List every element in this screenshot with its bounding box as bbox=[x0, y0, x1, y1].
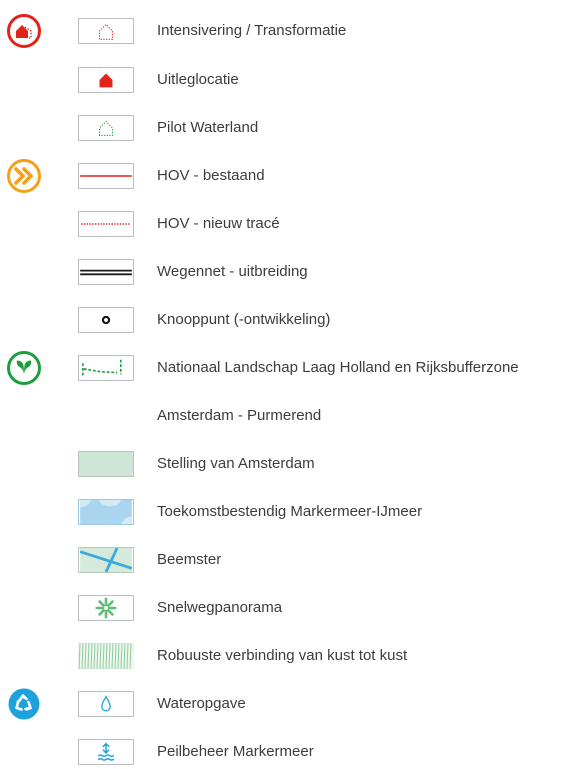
legend-item-beemster: Beemster bbox=[0, 543, 587, 577]
green-asterisk-icon bbox=[78, 595, 134, 621]
double-black-line-icon bbox=[78, 259, 134, 285]
green-dashed-boundary-icon bbox=[78, 355, 134, 381]
legend-label: Peilbeheer Markermeer bbox=[157, 743, 314, 760]
legend-item-hov-nieuw: HOV - nieuw tracé bbox=[0, 207, 587, 241]
legend-label: Nationaal Landschap Laag Holland en Rijk… bbox=[157, 359, 519, 376]
legend-label: Beemster bbox=[157, 551, 222, 568]
water-level-icon bbox=[78, 739, 134, 765]
water-drop-icon bbox=[78, 691, 134, 717]
water-category-icon bbox=[8, 688, 40, 720]
red-dotted-line-icon bbox=[78, 211, 134, 237]
legend-label: Stelling van Amsterdam bbox=[157, 455, 315, 472]
green-area-icon bbox=[78, 451, 134, 477]
legend-label: Wegennet - uitbreiding bbox=[157, 263, 308, 280]
legend-item-wegennet: Wegennet - uitbreiding bbox=[0, 255, 587, 289]
beemster-grid-icon bbox=[78, 547, 134, 573]
house-category-icon bbox=[7, 14, 41, 48]
legend-label: Robuuste verbinding van kust tot kust bbox=[157, 647, 408, 664]
legend-label: Uitleglocatie bbox=[157, 71, 239, 88]
legend-item-markermeer: Toekomstbestendig Markermeer-IJmeer bbox=[0, 495, 587, 529]
legend: Intensivering / Transformatie Uitlegloca… bbox=[0, 0, 587, 765]
legend-item-intensivering: Intensivering / Transformatie bbox=[0, 14, 587, 48]
house-dotted-red-icon bbox=[78, 18, 134, 44]
legend-item-nationaal-landschap: Nationaal Landschap Laag Holland en Rijk… bbox=[0, 351, 587, 385]
legend-item-robuuste-verbinding: Robuuste verbinding van kust tot kust bbox=[0, 639, 587, 673]
legend-label: HOV - bestaand bbox=[157, 167, 265, 184]
legend-item-knooppunt: Knooppunt (-ontwikkeling) bbox=[0, 303, 587, 337]
legend-item-pilot-waterland: Pilot Waterland bbox=[0, 111, 587, 145]
legend-item-stelling: Stelling van Amsterdam bbox=[0, 447, 587, 481]
green-hatch-icon bbox=[78, 643, 134, 669]
house-dotted-green-icon bbox=[78, 115, 134, 141]
legend-label: HOV - nieuw tracé bbox=[157, 215, 280, 232]
legend-label: Knooppunt (-ontwikkeling) bbox=[157, 311, 331, 328]
legend-label: Snelwegpanorama bbox=[157, 599, 283, 616]
legend-label: Pilot Waterland bbox=[157, 119, 259, 136]
legend-label: Toekomstbestendig Markermeer-IJmeer bbox=[157, 503, 423, 520]
blue-water-area-icon bbox=[78, 499, 134, 525]
legend-label: Amsterdam - Purmerend bbox=[157, 407, 322, 424]
nature-category-icon bbox=[7, 351, 41, 385]
house-filled-red-icon bbox=[78, 67, 134, 93]
legend-item-hov-bestaand: HOV - bestaand bbox=[0, 159, 587, 193]
legend-item-wateropgave: Wateropgave bbox=[0, 687, 587, 721]
node-circle-icon bbox=[78, 307, 134, 333]
legend-item-amsterdam-purmerend: Amsterdam - Purmerend bbox=[0, 399, 587, 433]
legend-item-peilbeheer: Peilbeheer Markermeer bbox=[0, 735, 587, 769]
legend-item-uitleglocatie: Uitleglocatie bbox=[0, 63, 587, 97]
transport-category-icon bbox=[7, 159, 41, 193]
legend-label: Intensivering / Transformatie bbox=[157, 22, 347, 39]
red-line-icon bbox=[78, 163, 134, 189]
legend-item-snelwegpanorama: Snelwegpanorama bbox=[0, 591, 587, 625]
legend-label: Wateropgave bbox=[157, 695, 246, 712]
